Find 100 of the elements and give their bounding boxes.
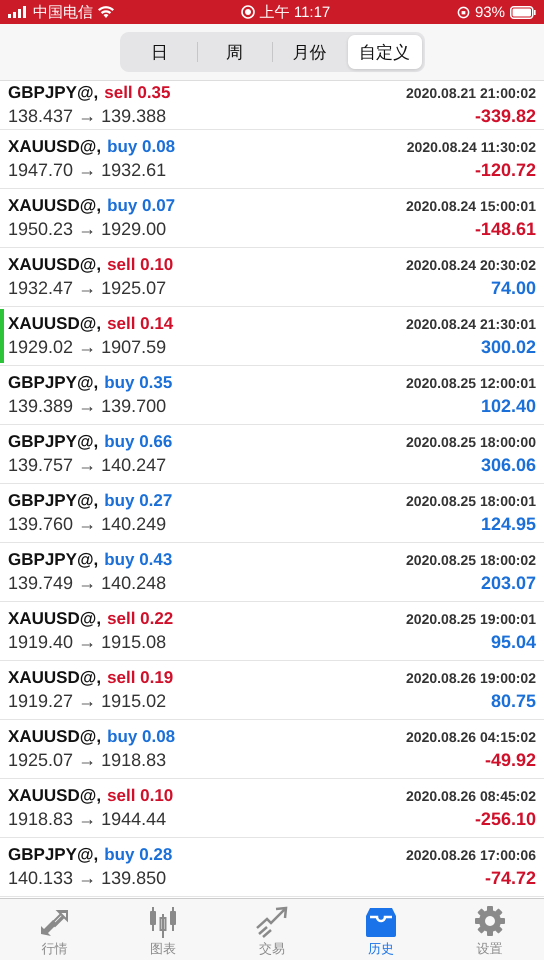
trade-prices: 1932.47 → 1925.07 <box>8 278 166 299</box>
trade-symbol: GBPJPY@, <box>8 432 98 452</box>
trade-row[interactable]: XAUUSD@, sell 0.14 2020.08.24 21:30:01 1929.02 → 1907.59 300.02 <box>0 307 544 366</box>
record-icon <box>240 5 255 19</box>
trade-action: sell 0.14 <box>107 314 174 334</box>
trade-prices: 139.757 → 140.247 <box>8 455 166 476</box>
trade-action: sell 0.19 <box>107 668 174 688</box>
period-tab[interactable]: 周 <box>198 35 272 69</box>
carrier: 中国电信 <box>33 2 93 22</box>
trade-action: buy 0.08 <box>107 137 176 157</box>
trade-prices: 1929.02 → 1907.59 <box>8 337 166 358</box>
trade-symbol: XAUUSD@, <box>8 196 102 216</box>
trade-profit: 95.04 <box>490 632 536 653</box>
trade-time: 2020.08.26 17:00:06 <box>406 847 536 863</box>
trade-profit: 124.95 <box>480 514 536 535</box>
trade-time: 2020.08.25 19:00:01 <box>406 611 536 627</box>
trade-prices: 140.133 → 139.850 <box>8 868 166 889</box>
trade-row[interactable]: XAUUSD@, sell 0.10 2020.08.26 08:45:02 1918.83 → 1944.44 -256.10 <box>0 779 544 838</box>
trade-profit: 306.06 <box>480 455 536 476</box>
trade-prices: 138.437 → 139.388 <box>8 106 166 127</box>
trade-symbol: GBPJPY@, <box>8 373 98 393</box>
trade-symbol: XAUUSD@, <box>8 137 102 157</box>
trade-row[interactable]: XAUUSD@, sell 0.22 2020.08.25 19:00:01 1919.40 → 1915.08 95.04 <box>0 602 544 661</box>
trade-profit: 203.07 <box>480 573 536 594</box>
trade-prices: 1919.27 → 1915.02 <box>8 691 166 712</box>
trade-row[interactable]: GBPJPY@, buy 0.28 2020.08.26 17:00:06 140.133 → 139.850 -74.72 <box>0 838 544 897</box>
trade-time: 2020.08.26 08:45:02 <box>406 788 536 804</box>
trade-action: sell 0.35 <box>104 83 170 103</box>
trade-prices: 139.760 → 140.249 <box>8 514 166 535</box>
trade-symbol: GBPJPY@, <box>8 491 98 511</box>
trade-time: 2020.08.24 21:30:01 <box>406 316 536 332</box>
trade-action: buy 0.07 <box>107 196 176 216</box>
trade-symbol: XAUUSD@, <box>8 727 102 747</box>
trade-action: buy 0.27 <box>104 491 172 511</box>
trend-arrow-icon <box>254 906 289 938</box>
trade-symbol: XAUUSD@, <box>8 668 102 688</box>
trade-prices: 1950.23 → 1929.00 <box>8 219 166 240</box>
signal-icon <box>8 6 28 18</box>
trade-profit: 300.02 <box>480 337 536 358</box>
trade-row[interactable]: XAUUSD@, buy 0.07 2020.08.24 15:00:01 1950.23 → 1929.00 -148.61 <box>0 189 544 248</box>
trade-profit: -148.61 <box>474 219 536 240</box>
trade-row[interactable]: GBPJPY@, sell 0.35 2020.08.21 21:00:02 138.437 → 139.388 -339.82 <box>0 81 544 130</box>
trade-symbol: XAUUSD@, <box>8 314 102 334</box>
trade-profit: -339.82 <box>474 106 536 127</box>
trade-symbol: XAUUSD@, <box>8 609 102 629</box>
trade-symbol: GBPJPY@, <box>8 550 98 570</box>
trade-action: buy 0.08 <box>107 727 176 747</box>
trade-profit: 74.00 <box>490 278 536 299</box>
trade-prices: 1947.70 → 1932.61 <box>8 160 166 181</box>
inbox-icon <box>364 906 398 938</box>
trade-row[interactable]: XAUUSD@, sell 0.10 2020.08.24 20:30:02 1932.47 → 1925.07 74.00 <box>0 248 544 307</box>
settings-icon <box>472 904 507 938</box>
trade-row[interactable]: XAUUSD@, buy 0.08 2020.08.26 04:15:02 1925.07 → 1918.83 -49.92 <box>0 720 544 779</box>
trade-prices: 1925.07 → 1918.83 <box>8 750 166 771</box>
tab-bar-item[interactable]: 历史 <box>326 899 436 960</box>
trade-row[interactable]: XAUUSD@, sell 0.19 2020.08.26 19:00:02 1919.27 → 1915.02 80.75 <box>0 661 544 720</box>
trade-profit: -49.92 <box>484 750 536 771</box>
period-tab[interactable]: 月份 <box>272 35 346 69</box>
trade-action: buy 0.28 <box>104 845 172 865</box>
trade-time: 2020.08.25 18:00:01 <box>406 493 536 509</box>
trade-action: sell 0.10 <box>107 786 174 806</box>
trade-prices: 1918.83 → 1944.44 <box>8 809 166 830</box>
trade-time: 2020.08.25 12:00:01 <box>406 375 536 391</box>
trade-prices: 139.389 → 139.700 <box>8 396 166 417</box>
trade-row[interactable]: XAUUSD@, buy 0.08 2020.08.24 11:30:02 1947.70 → 1932.61 -120.72 <box>0 130 544 189</box>
trade-time: 2020.08.26 04:15:02 <box>406 729 536 745</box>
rotation-lock-icon <box>456 6 470 18</box>
trade-profit: -256.10 <box>474 809 536 830</box>
battery-percent: 93% <box>474 4 505 20</box>
trade-time: 2020.08.24 11:30:02 <box>406 139 536 155</box>
trade-action: sell 0.10 <box>107 255 174 275</box>
trade-time: 2020.08.24 20:30:02 <box>406 257 536 273</box>
trade-action: buy 0.35 <box>104 373 172 393</box>
trade-action: sell 0.22 <box>107 609 174 629</box>
trade-profit: -74.72 <box>484 868 536 889</box>
trade-symbol: GBPJPY@, <box>8 845 98 865</box>
clock: 上午 11:17 <box>260 2 330 22</box>
trade-row[interactable]: GBPJPY@, buy 0.35 2020.08.25 12:00:01 139.389 → 139.700 102.40 <box>0 366 544 425</box>
trade-row[interactable]: GBPJPY@, buy 0.66 2020.08.25 18:00:00 139.757 → 140.247 306.06 <box>0 425 544 484</box>
trade-row[interactable]: GBPJPY@, buy 0.27 2020.08.25 18:00:01 139.760 → 140.249 124.95 <box>0 484 544 543</box>
wifi-icon <box>98 6 114 18</box>
trade-action: buy 0.43 <box>104 550 172 570</box>
trade-prices: 1919.40 → 1915.08 <box>8 632 166 653</box>
trade-symbol: XAUUSD@, <box>8 255 102 275</box>
trade-symbol: GBPJPY@, <box>8 83 98 103</box>
trade-time: 2020.08.26 19:00:02 <box>406 670 536 686</box>
trade-symbol: XAUUSD@, <box>8 786 102 806</box>
trade-action: buy 0.66 <box>104 432 172 452</box>
trade-time: 2020.08.25 18:00:00 <box>406 434 536 450</box>
period-tab[interactable]: 日 <box>122 35 196 69</box>
trade-time: 2020.08.21 21:00:02 <box>406 85 536 101</box>
trade-time: 2020.08.25 18:00:02 <box>406 552 536 568</box>
trade-time: 2020.08.24 15:00:01 <box>406 198 536 214</box>
period-tab[interactable]: 自定义 <box>348 35 422 69</box>
trade-prices: 139.749 → 140.248 <box>8 573 166 594</box>
trade-profit: -120.72 <box>474 160 536 181</box>
battery-icon <box>510 6 536 18</box>
trade-profit: 102.40 <box>480 396 536 417</box>
trade-profit: 80.75 <box>490 691 536 712</box>
trade-row[interactable]: GBPJPY@, buy 0.43 2020.08.25 18:00:02 139.749 → 140.248 203.07 <box>0 543 544 602</box>
